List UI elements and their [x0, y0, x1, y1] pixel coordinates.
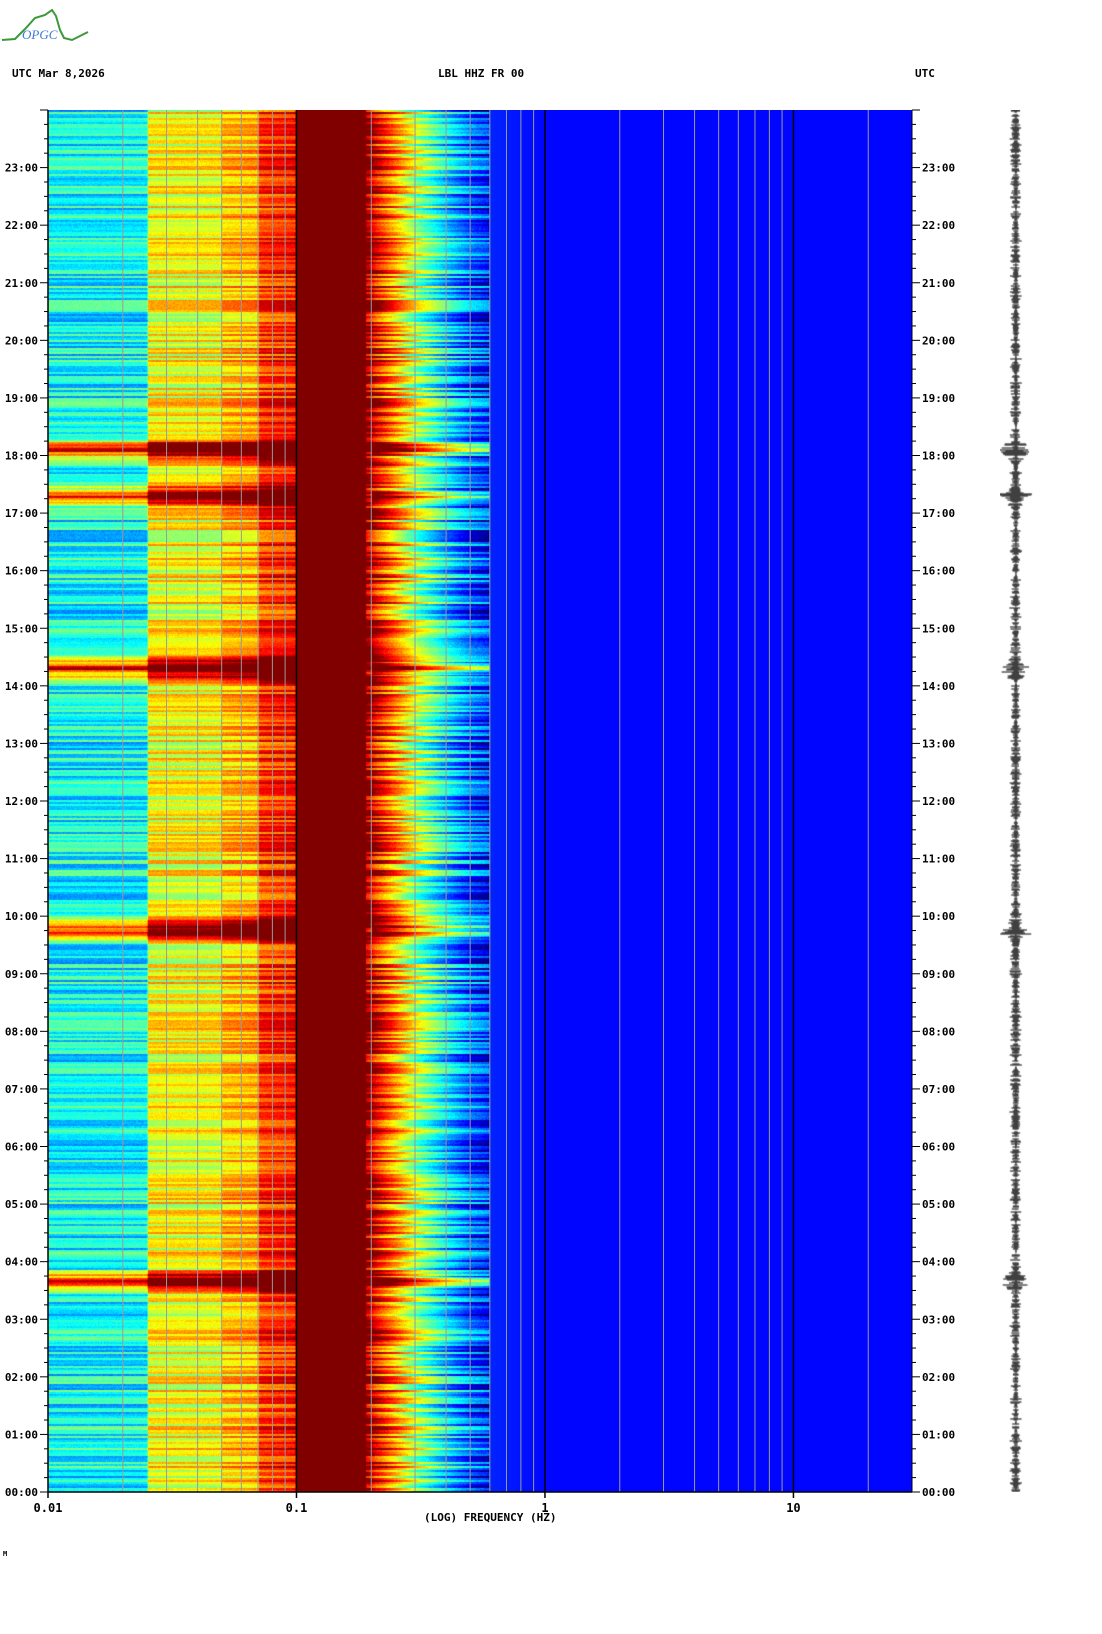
- y-tick-label-right: 22:00: [922, 219, 955, 232]
- y-tick-label-left: 10:00: [5, 910, 38, 923]
- y-tick-label-left: 13:00: [5, 737, 38, 750]
- y-tick-label-left: 21:00: [5, 277, 38, 290]
- y-tick-label-left: 22:00: [5, 219, 38, 232]
- y-tick-label-right: 13:00: [922, 737, 955, 750]
- y-tick-label-left: 17:00: [5, 507, 38, 520]
- y-tick-label-left: 09:00: [5, 968, 38, 981]
- x-tick-label: 10: [786, 1501, 800, 1515]
- y-tick-label-right: 07:00: [922, 1083, 955, 1096]
- y-tick-label-left: 23:00: [5, 162, 38, 175]
- y-tick-label-right: 17:00: [922, 507, 955, 520]
- y-tick-label-left: 03:00: [5, 1313, 38, 1326]
- y-tick-label-left: 06:00: [5, 1141, 38, 1154]
- y-tick-label-right: 16:00: [922, 565, 955, 578]
- y-tick-label-right: 23:00: [922, 162, 955, 175]
- y-tick-label-right: 12:00: [922, 795, 955, 808]
- y-tick-label-right: 08:00: [922, 1025, 955, 1038]
- y-tick-label-right: 05:00: [922, 1198, 955, 1211]
- y-tick-label-left: 16:00: [5, 565, 38, 578]
- y-tick-label-right: 03:00: [922, 1313, 955, 1326]
- chart-axes: 0.01 0.1 1 1000:00 00:0001:00 01:0002:00 02:00…: [5, 109, 955, 1515]
- y-tick-label-right: 04:00: [922, 1256, 955, 1269]
- y-tick-label-left: 11:00: [5, 853, 38, 866]
- y-tick-label-right: 09:00: [922, 968, 955, 981]
- y-tick-label-left: 05:00: [5, 1198, 38, 1211]
- y-tick-label-right: 18:00: [922, 450, 955, 463]
- seismogram-trace: [1000, 110, 1040, 1492]
- y-tick-label-left: 01:00: [5, 1428, 38, 1441]
- y-tick-label-left: 08:00: [5, 1025, 38, 1038]
- y-tick-label-left: 14:00: [5, 680, 38, 693]
- y-tick-label-left: 15:00: [5, 622, 38, 635]
- y-tick-label-left: 18:00: [5, 450, 38, 463]
- y-tick-label-left: 19:00: [5, 392, 38, 405]
- y-tick-label-right: 11:00: [922, 853, 955, 866]
- y-tick-label-right: 15:00: [922, 622, 955, 635]
- y-tick-label-right: 19:00: [922, 392, 955, 405]
- y-tick-label-right: 14:00: [922, 680, 955, 693]
- y-tick-label-left: 04:00: [5, 1256, 38, 1269]
- x-tick-label: 0.1: [286, 1501, 308, 1515]
- x-axis-label: (LOG) FREQUENCY (HZ): [424, 1511, 557, 1524]
- y-tick-label-right: 01:00: [922, 1428, 955, 1441]
- x-tick-label: 0.01: [34, 1501, 63, 1515]
- y-tick-label-right: 20:00: [922, 334, 955, 347]
- y-tick-label-right: 06:00: [922, 1141, 955, 1154]
- y-tick-label-left: 07:00: [5, 1083, 38, 1096]
- y-tick-label-right: 21:00: [922, 277, 955, 290]
- y-tick-label-left: 00:00: [5, 1486, 38, 1499]
- y-tick-label-right: 10:00: [922, 910, 955, 923]
- y-tick-label-left: 12:00: [5, 795, 38, 808]
- y-tick-label-right: 02:00: [922, 1371, 955, 1384]
- y-tick-label-right: 00:00: [922, 1486, 955, 1499]
- footer-mark: M: [3, 1550, 8, 1558]
- y-tick-label-left: 02:00: [5, 1371, 38, 1384]
- y-tick-label-left: 20:00: [5, 334, 38, 347]
